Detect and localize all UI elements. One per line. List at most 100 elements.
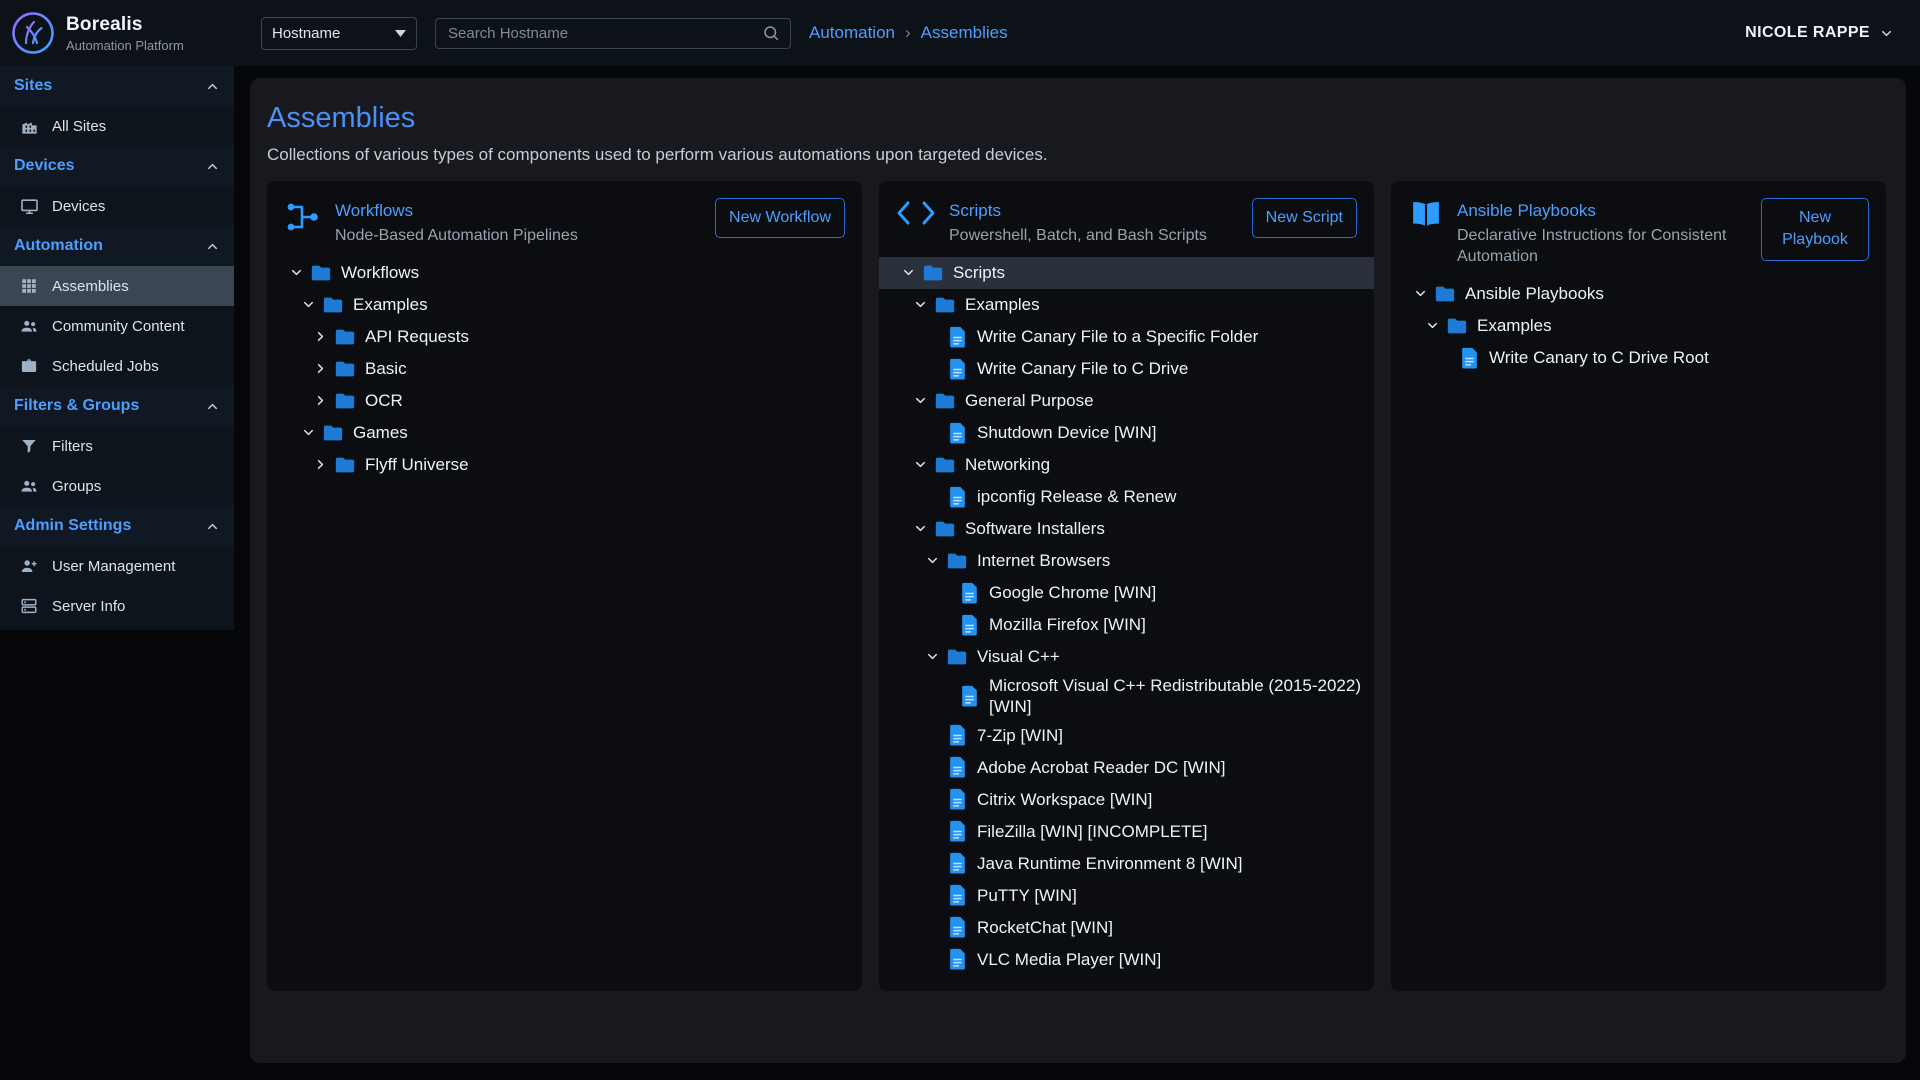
workflows-new-button[interactable]: New Workflow xyxy=(715,198,845,238)
tree-item-examples[interactable]: Examples xyxy=(879,289,1374,321)
chevron-up-icon xyxy=(205,79,220,94)
tree-item-7-zip-win[interactable]: 7-Zip [WIN] xyxy=(879,719,1374,751)
tree-item-putty-win[interactable]: PuTTY [WIN] xyxy=(879,879,1374,911)
tree-item-write-canary-to-c-drive-root[interactable]: Write Canary to C Drive Root xyxy=(1391,342,1886,374)
sidebar-section-admin-settings[interactable]: Admin Settings xyxy=(0,506,234,546)
tree-item-examples[interactable]: Examples xyxy=(1391,310,1886,342)
search-input[interactable] xyxy=(446,24,762,43)
tree-item-examples[interactable]: Examples xyxy=(267,289,862,321)
chevron-down-icon[interactable] xyxy=(296,297,320,312)
tree-item-label: Shutdown Device [WIN] xyxy=(977,422,1157,443)
tree-item-microsoft-visual-c-redistributable-2015-2022-win[interactable]: Microsoft Visual C++ Redistributable (20… xyxy=(879,673,1374,720)
sidebar-item-label: All Sites xyxy=(52,118,106,135)
tree-item-games[interactable]: Games xyxy=(267,417,862,449)
tree-item-label: VLC Media Player [WIN] xyxy=(977,949,1161,970)
assemblies-panel: Assemblies Collections of various types … xyxy=(250,78,1906,1063)
file-icon xyxy=(956,614,982,636)
main-content: Assemblies Collections of various types … xyxy=(234,66,1920,1080)
folder-icon xyxy=(320,294,346,316)
tree-item-scripts[interactable]: Scripts xyxy=(879,257,1374,289)
tree-item-shutdown-device-win[interactable]: Shutdown Device [WIN] xyxy=(879,417,1374,449)
funnel-icon xyxy=(19,437,39,455)
file-icon xyxy=(944,852,970,874)
folder-icon xyxy=(920,262,946,284)
hostname-select[interactable]: Hostname xyxy=(261,17,417,50)
sidebar: SitesAll SitesDevicesDevicesAutomationAs… xyxy=(0,66,234,1080)
chevron-down-icon[interactable] xyxy=(1408,286,1432,301)
sidebar-section-sites[interactable]: Sites xyxy=(0,66,234,106)
people-icon xyxy=(19,477,39,495)
tree-item-api-requests[interactable]: API Requests xyxy=(267,321,862,353)
breadcrumb-assemblies[interactable]: Assemblies xyxy=(921,23,1008,43)
tree-item-label: Google Chrome [WIN] xyxy=(989,582,1156,603)
playbooks-tree: Ansible Playbooks Examples Write Canary to… xyxy=(1391,276,1886,390)
sidebar-item-server-info[interactable]: Server Info xyxy=(0,586,234,626)
breadcrumb-automation[interactable]: Automation xyxy=(809,23,895,43)
tree-item-java-runtime-environment-8-win[interactable]: Java Runtime Environment 8 [WIN] xyxy=(879,847,1374,879)
tree-item-rocketchat-win[interactable]: RocketChat [WIN] xyxy=(879,911,1374,943)
tree-item-mozilla-firefox-win[interactable]: Mozilla Firefox [WIN] xyxy=(879,609,1374,641)
chevron-down-icon[interactable] xyxy=(296,425,320,440)
chevron-right-icon[interactable] xyxy=(308,361,332,376)
sidebar-item-filters[interactable]: Filters xyxy=(0,426,234,466)
tree-item-label: Examples xyxy=(353,294,428,315)
sidebar-section-devices[interactable]: Devices xyxy=(0,146,234,186)
chevron-down-icon[interactable] xyxy=(920,649,944,664)
tree-item-write-canary-file-to-a-specific-folder[interactable]: Write Canary File to a Specific Folder xyxy=(879,321,1374,353)
card-scripts: ScriptsPowershell, Batch, and Bash Scrip… xyxy=(879,181,1374,991)
sidebar-nav: SitesAll SitesDevicesDevicesAutomationAs… xyxy=(0,66,234,630)
tree-item-label: Examples xyxy=(1477,315,1552,336)
tree-item-basic[interactable]: Basic xyxy=(267,353,862,385)
sidebar-section-filters-groups[interactable]: Filters & Groups xyxy=(0,386,234,426)
sidebar-item-user-management[interactable]: User Management xyxy=(0,546,234,586)
tree-item-flyff-universe[interactable]: Flyff Universe xyxy=(267,449,862,481)
tree-item-ansible-playbooks[interactable]: Ansible Playbooks xyxy=(1391,278,1886,310)
tree-item-filezilla-win-incomplete[interactable]: FileZilla [WIN] [INCOMPLETE] xyxy=(879,815,1374,847)
chevron-down-icon[interactable] xyxy=(908,521,932,536)
file-icon xyxy=(944,948,970,970)
tree-item-label: OCR xyxy=(365,390,403,411)
chevron-right-icon[interactable] xyxy=(308,393,332,408)
sidebar-item-scheduled-jobs[interactable]: Scheduled Jobs xyxy=(0,346,234,386)
file-icon xyxy=(944,916,970,938)
chevron-up-icon xyxy=(205,399,220,414)
sidebar-item-groups[interactable]: Groups xyxy=(0,466,234,506)
chevron-down-icon[interactable] xyxy=(908,457,932,472)
tree-item-citrix-workspace-win[interactable]: Citrix Workspace [WIN] xyxy=(879,783,1374,815)
chevron-up-icon xyxy=(205,159,220,174)
chevron-down-icon[interactable] xyxy=(284,265,308,280)
tree-item-vlc-media-player-win[interactable]: VLC Media Player [WIN] xyxy=(879,943,1374,975)
tree-item-software-installers[interactable]: Software Installers xyxy=(879,513,1374,545)
chevron-down-icon[interactable] xyxy=(1420,318,1444,333)
chevron-down-icon[interactable] xyxy=(908,297,932,312)
scripts-new-button[interactable]: New Script xyxy=(1252,198,1357,238)
chevron-down-icon[interactable] xyxy=(896,265,920,280)
tree-item-ipconfig-release-renew[interactable]: ipconfig Release & Renew xyxy=(879,481,1374,513)
folder-icon xyxy=(1444,315,1470,337)
tree-item-workflows[interactable]: Workflows xyxy=(267,257,862,289)
chevron-down-icon[interactable] xyxy=(908,393,932,408)
tree-item-adobe-acrobat-reader-dc-win[interactable]: Adobe Acrobat Reader DC [WIN] xyxy=(879,751,1374,783)
user-plus-icon xyxy=(19,557,39,575)
tree-item-networking[interactable]: Networking xyxy=(879,449,1374,481)
sidebar-item-community-content[interactable]: Community Content xyxy=(0,306,234,346)
chevron-up-icon xyxy=(205,239,220,254)
tree-item-ocr[interactable]: OCR xyxy=(267,385,862,417)
tree-item-write-canary-file-to-c-drive[interactable]: Write Canary File to C Drive xyxy=(879,353,1374,385)
chevron-right-icon[interactable] xyxy=(308,457,332,472)
sidebar-item-devices[interactable]: Devices xyxy=(0,186,234,226)
tree-item-general-purpose[interactable]: General Purpose xyxy=(879,385,1374,417)
playbooks-new-button[interactable]: New Playbook xyxy=(1761,198,1869,261)
user-menu[interactable]: NICOLE RAPPE xyxy=(1745,24,1894,42)
chevron-down-icon[interactable] xyxy=(920,553,944,568)
card-title: Ansible Playbooks xyxy=(1457,201,1740,221)
sidebar-item-all-sites[interactable]: All Sites xyxy=(0,106,234,146)
tree-item-internet-browsers[interactable]: Internet Browsers xyxy=(879,545,1374,577)
card-subtitle: Node-Based Automation Pipelines xyxy=(335,226,694,247)
brand-name: Borealis xyxy=(66,14,184,36)
tree-item-visual-c[interactable]: Visual C++ xyxy=(879,641,1374,673)
sidebar-item-assemblies[interactable]: Assemblies xyxy=(0,266,234,306)
tree-item-google-chrome-win[interactable]: Google Chrome [WIN] xyxy=(879,577,1374,609)
chevron-right-icon[interactable] xyxy=(308,329,332,344)
sidebar-section-automation[interactable]: Automation xyxy=(0,226,234,266)
